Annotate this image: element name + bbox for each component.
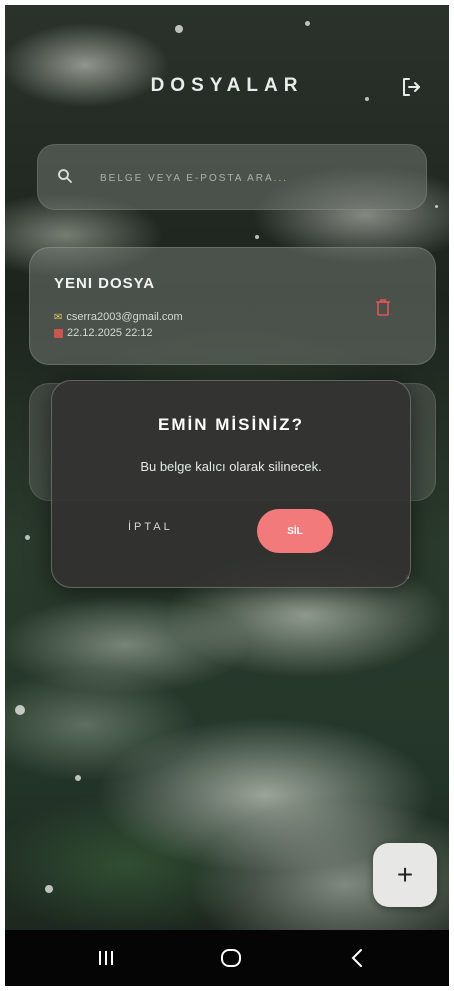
delete-button[interactable]: SİL [257, 509, 333, 553]
dialog-title: EMİN MİSİNİZ? [158, 415, 304, 434]
calendar-icon [54, 328, 63, 338]
snowflake [175, 25, 183, 33]
document-email-text: cserra2003@gmail.com [66, 311, 183, 323]
back-icon[interactable] [345, 945, 371, 971]
search-bar[interactable] [37, 144, 427, 210]
search-icon [56, 167, 74, 185]
snowflake [15, 705, 25, 715]
recents-icon[interactable] [93, 945, 119, 971]
document-date-text: 22.12.2025 22:12 [67, 327, 153, 339]
document-email: ✉ cserra2003@gmail.com [54, 311, 183, 323]
confirm-delete-dialog: EMİN MİSİNİZ? Bu belge kalıcı olarak sil… [51, 380, 411, 588]
snowflake [45, 885, 53, 893]
envelope-icon: ✉ [54, 311, 63, 323]
snowflake [365, 97, 369, 101]
app-screen: DOSYALAR YENI DOSYA ✉ cserra2003@gmail.c… [5, 5, 449, 986]
snowflake [305, 21, 310, 26]
cancel-button[interactable]: İPTAL [128, 521, 173, 533]
system-navigation-bar [5, 930, 449, 986]
document-card[interactable]: YENI DOSYA ✉ cserra2003@gmail.com 22.12.… [29, 247, 436, 365]
plus-icon: + [396, 859, 414, 890]
add-document-button[interactable]: + [373, 843, 437, 907]
home-icon[interactable] [218, 945, 244, 971]
snowflake [255, 235, 259, 239]
logout-icon[interactable] [399, 75, 423, 99]
document-title: YENI DOSYA [54, 275, 156, 292]
document-date: 22.12.2025 22:12 [54, 327, 153, 339]
trash-icon[interactable] [375, 298, 391, 316]
page-title: DOSYALAR [150, 75, 304, 96]
search-input[interactable] [98, 165, 402, 191]
dialog-message: Bu belge kalıcı olarak silinecek. [140, 459, 322, 474]
snowflake [75, 775, 81, 781]
snowflake [435, 205, 438, 208]
snowflake [25, 535, 30, 540]
